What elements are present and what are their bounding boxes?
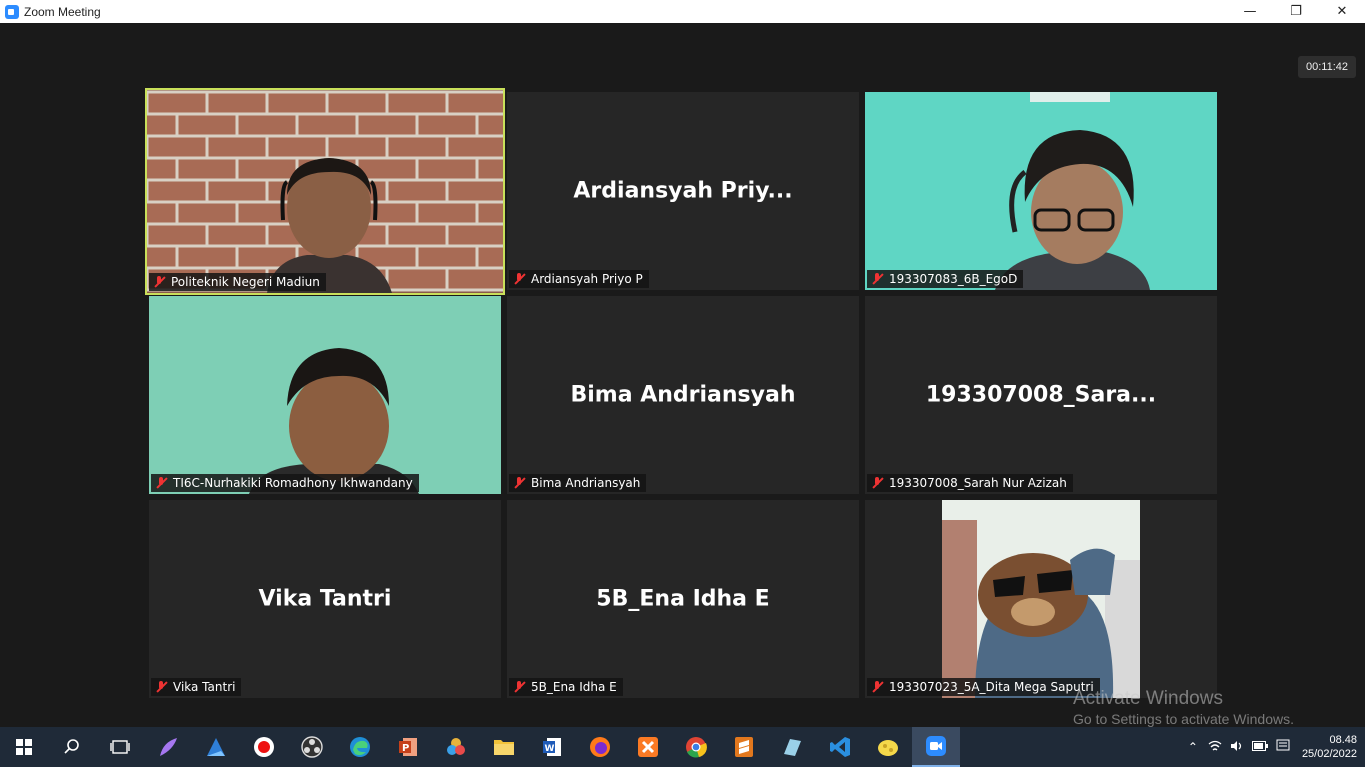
- participant-display-name: Ardiansyah Priy...: [573, 178, 793, 204]
- participant-tile[interactable]: 5B_Ena Idha E 5B_Ena Idha E: [507, 500, 859, 698]
- record-app-icon[interactable]: [240, 727, 288, 767]
- zoom-app-icon: [5, 4, 19, 19]
- window-titlebar: Zoom Meeting — ❐ ✕: [0, 0, 1365, 23]
- cheese-app-icon[interactable]: [864, 727, 912, 767]
- search-icon[interactable]: [48, 727, 96, 767]
- svg-text:P: P: [402, 743, 409, 754]
- feather-app-icon[interactable]: [144, 727, 192, 767]
- mic-muted-icon: [871, 477, 883, 489]
- participant-tile[interactable]: 193307023_5A_Dita Mega Saputri: [865, 500, 1217, 698]
- mic-muted-icon: [513, 273, 525, 285]
- file-explorer-icon[interactable]: [480, 727, 528, 767]
- davinci-icon[interactable]: [432, 727, 480, 767]
- task-view-icon[interactable]: [96, 727, 144, 767]
- mic-muted-icon: [155, 477, 167, 489]
- mic-muted-icon: [513, 477, 525, 489]
- participant-name: 193307023_5A_Dita Mega Saputri: [889, 680, 1094, 694]
- participant-tile[interactable]: TI6C-Nurhakiki Romadhony Ikhwandany: [149, 296, 501, 494]
- participant-nametag: Politeknik Negeri Madiun: [149, 273, 326, 291]
- participant-tile[interactable]: Vika Tantri Vika Tantri: [149, 500, 501, 698]
- battery-icon[interactable]: [1251, 740, 1268, 754]
- participant-nametag: Bima Andriansyah: [509, 474, 647, 492]
- minimize-button[interactable]: —: [1227, 0, 1273, 23]
- participant-nametag: 193307023_5A_Dita Mega Saputri: [867, 678, 1100, 696]
- system-tray: ⌃ 08.48 25/02/2022: [1188, 727, 1365, 767]
- powerpoint-icon[interactable]: P: [384, 727, 432, 767]
- clock-time: 08.48: [1329, 734, 1357, 746]
- clock-date: 25/02/2022: [1301, 748, 1357, 760]
- participant-name: Politeknik Negeri Madiun: [171, 275, 320, 289]
- participant-tile[interactable]: Bima Andriansyah Bima Andriansyah: [507, 296, 859, 494]
- participant-name: 193307083_6B_EgoD: [889, 272, 1018, 286]
- word-icon[interactable]: W: [528, 727, 576, 767]
- activate-windows-watermark: Activate Windows Go to Settings to activ…: [1073, 688, 1294, 727]
- restore-button[interactable]: ❐: [1273, 0, 1319, 23]
- window-title: Zoom Meeting: [24, 4, 101, 19]
- meeting-timer: 00:11:42: [1298, 56, 1356, 78]
- participant-display-name: 5B_Ena Idha E: [596, 586, 770, 612]
- participant-tile[interactable]: 193307008_Sara... 193307008_Sarah Nur Az…: [865, 296, 1217, 494]
- participant-video: [865, 92, 1217, 290]
- participant-display-name: 193307008_Sara...: [925, 382, 1157, 408]
- participant-name: 193307008_Sarah Nur Azizah: [889, 476, 1067, 490]
- close-button[interactable]: ✕: [1319, 0, 1365, 23]
- svg-text:W: W: [545, 744, 555, 754]
- meeting-stage: 00:11:42 Politeknik Negeri Madiun Ardian…: [0, 23, 1365, 727]
- watermark-title: Activate Windows: [1073, 688, 1223, 709]
- participant-name: 5B_Ena Idha E: [531, 680, 617, 694]
- participant-nametag: TI6C-Nurhakiki Romadhony Ikhwandany: [151, 474, 419, 492]
- watermark-subtitle: Go to Settings to activate Windows.: [1073, 711, 1294, 727]
- chevron-up-icon[interactable]: ⌃: [1188, 740, 1198, 754]
- wifi-icon[interactable]: [1208, 740, 1222, 755]
- sublime-icon[interactable]: [720, 727, 768, 767]
- participant-name: TI6C-Nurhakiki Romadhony Ikhwandany: [173, 476, 413, 490]
- participant-video: [865, 500, 1217, 698]
- participant-nametag: 193307008_Sarah Nur Azizah: [867, 474, 1073, 492]
- participant-display-name: Bima Andriansyah: [570, 382, 796, 408]
- system-clock[interactable]: 08.48 25/02/2022: [1302, 733, 1357, 761]
- firefox-icon[interactable]: [576, 727, 624, 767]
- mic-muted-icon: [155, 681, 167, 693]
- notification-icon[interactable]: [1276, 739, 1290, 756]
- sail-app-icon[interactable]: [192, 727, 240, 767]
- participant-name: Vika Tantri: [173, 680, 236, 694]
- mic-muted-icon: [153, 276, 165, 288]
- volume-icon[interactable]: [1230, 740, 1244, 755]
- participant-nametag: 193307083_6B_EgoD: [867, 270, 1024, 288]
- participant-tile[interactable]: Ardiansyah Priy... Ardiansyah Priyo P: [507, 92, 859, 290]
- windows-taskbar: P W ⌃ 08.48 25/02/2022: [0, 727, 1365, 767]
- notes-app-icon[interactable]: [768, 727, 816, 767]
- mic-muted-icon: [871, 273, 883, 285]
- participant-nametag: 5B_Ena Idha E: [509, 678, 623, 696]
- edge-icon[interactable]: [336, 727, 384, 767]
- participant-tile[interactable]: Politeknik Negeri Madiun: [145, 88, 505, 295]
- participant-display-name: Vika Tantri: [258, 586, 392, 612]
- participant-name: Ardiansyah Priyo P: [531, 272, 643, 286]
- windows-start-icon[interactable]: [0, 727, 48, 767]
- zoom-icon[interactable]: [912, 727, 960, 767]
- xampp-icon[interactable]: [624, 727, 672, 767]
- mic-muted-icon: [513, 681, 525, 693]
- mic-muted-icon: [871, 681, 883, 693]
- chrome-icon[interactable]: [672, 727, 720, 767]
- participant-tile[interactable]: 193307083_6B_EgoD: [865, 92, 1217, 290]
- participant-video: [149, 296, 501, 494]
- vscode-icon[interactable]: [816, 727, 864, 767]
- obs-icon[interactable]: [288, 727, 336, 767]
- participant-nametag: Vika Tantri: [151, 678, 242, 696]
- participant-video: [147, 90, 503, 293]
- participant-name: Bima Andriansyah: [531, 476, 641, 490]
- participant-nametag: Ardiansyah Priyo P: [509, 270, 649, 288]
